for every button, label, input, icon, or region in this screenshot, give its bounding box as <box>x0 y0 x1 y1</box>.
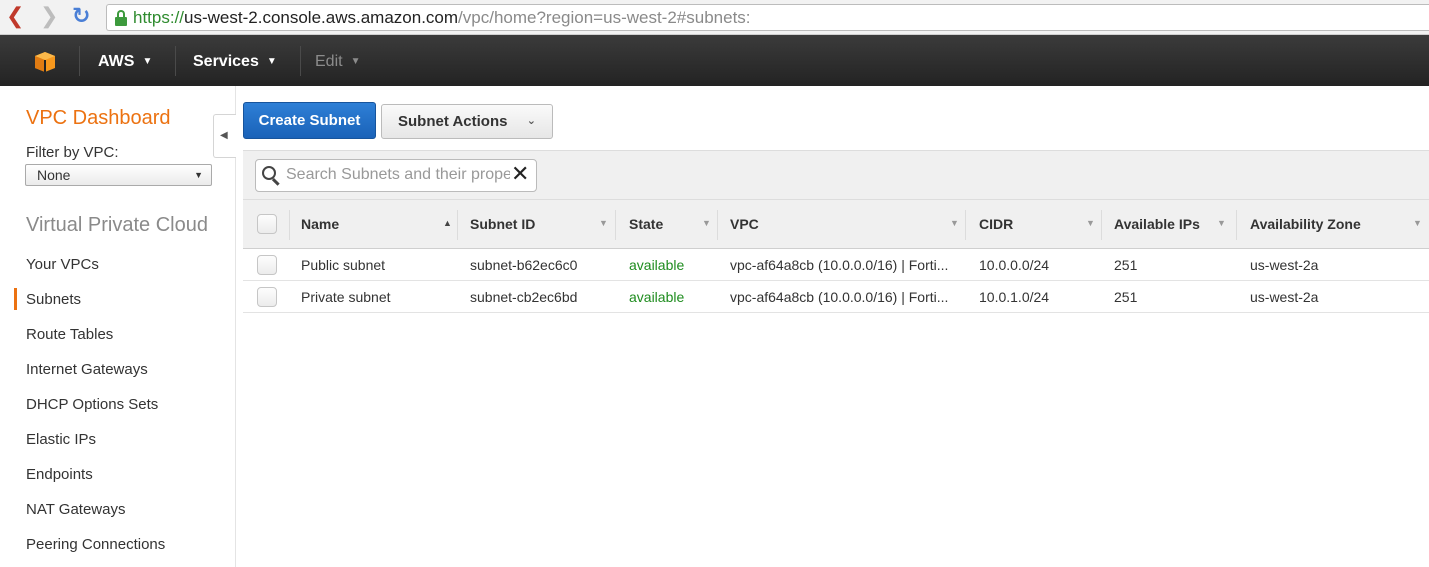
table-row[interactable]: Private subnet subnet-cb2ec6bd available… <box>243 281 1429 313</box>
filter-by-vpc-label: Filter by VPC: <box>26 144 119 161</box>
nav-divider <box>79 46 80 76</box>
sort-icon[interactable]: ▼ <box>950 218 959 228</box>
sidebar: VPC Dashboard Filter by VPC: None ▼ Virtu… <box>0 86 236 567</box>
dropdown-arrow-icon: ▼ <box>194 170 203 180</box>
chevron-down-icon: ▼ <box>266 56 277 67</box>
edit-menu[interactable]: Edit ▼ <box>315 52 360 72</box>
search-input[interactable]: Search Subnets and their properties ✕ <box>255 159 537 192</box>
sidebar-item-peering-connections[interactable]: Peering Connections <box>26 536 165 553</box>
services-menu[interactable]: Services ▼ <box>193 52 277 72</box>
cell-vpc: vpc-af64a8cb (10.0.0.0/16) | Forti... <box>730 289 949 305</box>
nav-divider <box>300 46 301 76</box>
sort-icon[interactable]: ▼ <box>1413 218 1422 228</box>
back-icon[interactable]: ❮ <box>6 5 24 29</box>
sort-icon[interactable]: ▼ <box>1217 218 1226 228</box>
sidebar-section-heading: Virtual Private Cloud <box>26 214 208 236</box>
cell-cidr: 10.0.1.0/24 <box>979 289 1050 305</box>
row-checkbox[interactable] <box>257 255 277 275</box>
sidebar-item-dhcp-options-sets[interactable]: DHCP Options Sets <box>26 396 158 413</box>
url-text[interactable]: https://us-west-2.console.aws.amazon.com… <box>133 8 751 28</box>
sidebar-item-elastic-ips[interactable]: Elastic IPs <box>26 431 96 448</box>
subnet-actions-button[interactable]: Subnet Actions ⌄ <box>381 104 553 139</box>
column-divider <box>457 210 458 240</box>
column-header-available-ips[interactable]: Available IPs <box>1114 216 1200 232</box>
cell-vpc: vpc-af64a8cb (10.0.0.0/16) | Forti... <box>730 257 949 273</box>
forward-icon[interactable]: ❯ <box>40 5 58 29</box>
search-icon <box>262 166 282 186</box>
create-subnet-button[interactable]: Create Subnet <box>243 102 376 139</box>
column-header-state[interactable]: State <box>629 216 663 232</box>
services-menu-label: Services <box>193 53 259 70</box>
select-all-checkbox[interactable] <box>257 214 277 234</box>
cell-available-ips: 251 <box>1114 257 1138 273</box>
cell-subnet-id: subnet-b62ec6c0 <box>470 257 578 273</box>
cell-available-ips: 251 <box>1114 289 1138 305</box>
column-divider <box>965 210 966 240</box>
sidebar-item-subnets[interactable]: Subnets <box>26 291 81 308</box>
column-header-cidr[interactable]: CIDR <box>979 216 1013 232</box>
sidebar-item-route-tables[interactable]: Route Tables <box>26 326 113 343</box>
column-divider <box>717 210 718 240</box>
address-bar[interactable]: https://us-west-2.console.aws.amazon.com… <box>106 4 1429 31</box>
search-placeholder: Search Subnets and their properties <box>286 166 510 183</box>
collapse-sidebar-button[interactable]: ◀ <box>213 114 236 158</box>
cell-name: Public subnet <box>301 257 386 273</box>
aws-menu-label: AWS <box>98 53 135 70</box>
sort-icon[interactable]: ▼ <box>599 218 608 228</box>
reload-icon[interactable]: ↻ <box>72 5 90 29</box>
aws-top-nav: AWS ▼ Services ▼ Edit ▼ <box>0 35 1429 86</box>
subnet-actions-label: Subnet Actions <box>398 113 508 130</box>
sidebar-item-nat-gateways[interactable]: NAT Gateways <box>26 501 125 518</box>
column-divider <box>289 210 290 240</box>
url-path: /vpc/home?region=us-west-2#subnets: <box>458 8 751 27</box>
search-bar-area: Search Subnets and their properties ✕ <box>243 150 1429 199</box>
chevron-left-icon: ◀ <box>220 130 228 141</box>
column-header-name[interactable]: Name <box>301 216 339 232</box>
clear-search-icon[interactable]: ✕ <box>511 162 529 188</box>
sidebar-item-your-vpcs[interactable]: Your VPCs <box>26 256 99 273</box>
chevron-down-icon: ⌄ <box>526 115 536 127</box>
filter-by-vpc-select[interactable]: None ▼ <box>25 164 212 186</box>
cell-subnet-id: subnet-cb2ec6bd <box>470 289 578 305</box>
sort-icon[interactable]: ▼ <box>702 218 711 228</box>
cell-state: available <box>629 289 685 305</box>
column-header-vpc[interactable]: VPC <box>730 216 759 232</box>
nav-divider <box>175 46 176 76</box>
filter-by-vpc-value: None <box>37 167 71 183</box>
cell-name: Private subnet <box>301 289 391 305</box>
aws-menu[interactable]: AWS ▼ <box>98 52 152 72</box>
column-header-availability-zone[interactable]: Availability Zone <box>1250 216 1361 232</box>
column-divider <box>615 210 616 240</box>
sort-icon[interactable]: ▼ <box>1086 218 1095 228</box>
lock-icon <box>115 10 127 26</box>
aws-cube-icon[interactable] <box>34 51 56 73</box>
table-header: Name ▲ Subnet ID ▼ State ▼ VPC ▼ CIDR ▼ … <box>243 199 1429 249</box>
column-divider <box>1236 210 1237 240</box>
sort-ascending-icon[interactable]: ▲ <box>443 218 452 228</box>
url-scheme: https:// <box>133 8 185 27</box>
url-host: us-west-2.console.aws.amazon.com <box>184 8 459 27</box>
chevron-down-icon: ▼ <box>142 56 153 67</box>
column-divider <box>1101 210 1102 240</box>
cell-state: available <box>629 257 685 273</box>
cell-availability-zone: us-west-2a <box>1250 289 1319 305</box>
cell-cidr: 10.0.0.0/24 <box>979 257 1050 273</box>
sidebar-item-internet-gateways[interactable]: Internet Gateways <box>26 361 148 378</box>
active-item-indicator <box>14 288 17 310</box>
column-header-subnet-id[interactable]: Subnet ID <box>470 216 535 232</box>
cell-availability-zone: us-west-2a <box>1250 257 1319 273</box>
browser-toolbar: ❮ ❯ ↻ https://us-west-2.console.aws.amaz… <box>0 0 1429 35</box>
edit-menu-label: Edit <box>315 53 343 70</box>
row-checkbox[interactable] <box>257 287 277 307</box>
sidebar-item-endpoints[interactable]: Endpoints <box>26 466 93 483</box>
vpc-dashboard-link[interactable]: VPC Dashboard <box>26 107 171 130</box>
table-row[interactable]: Public subnet subnet-b62ec6c0 available … <box>243 249 1429 281</box>
chevron-down-icon: ▼ <box>350 56 361 67</box>
